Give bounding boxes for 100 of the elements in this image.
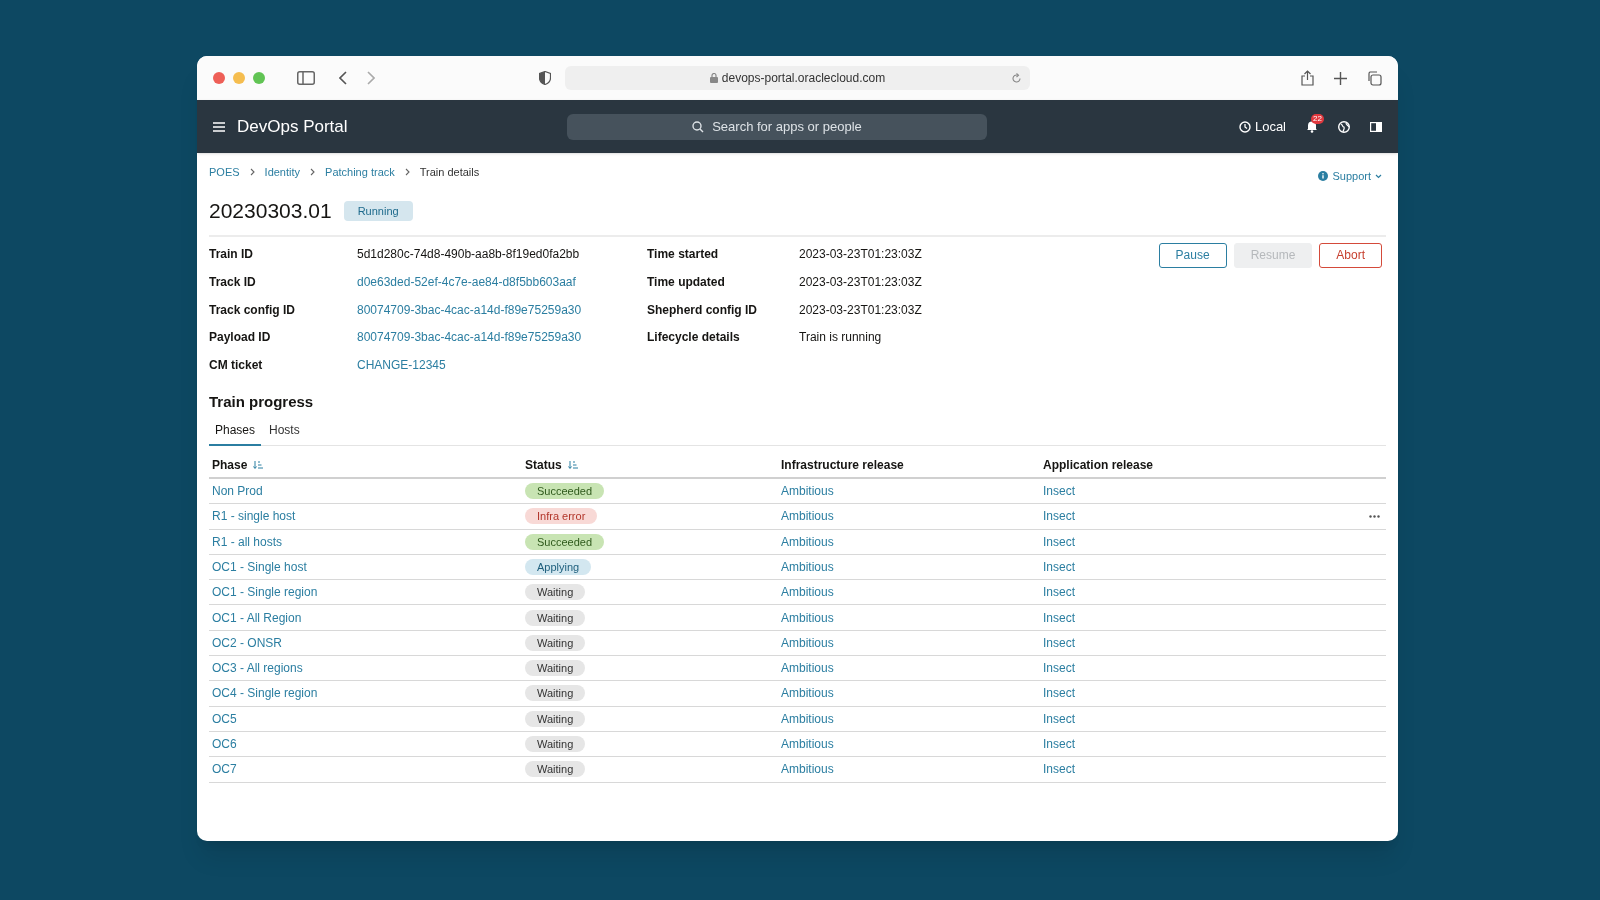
phase-link[interactable]: OC4 - Single region (212, 686, 318, 701)
notification-count: 22 (1311, 114, 1324, 124)
panel-icon[interactable] (1370, 121, 1382, 132)
application-release-link[interactable]: Insect (1043, 735, 1075, 754)
detail-label: Time started (647, 246, 720, 264)
lock-icon (709, 73, 718, 83)
reload-icon[interactable] (1011, 72, 1022, 84)
timezone-button[interactable]: Local (1238, 116, 1286, 137)
application-release-link[interactable]: Insect (1043, 633, 1075, 652)
application-release-link[interactable]: Insect (1043, 557, 1075, 576)
search-field[interactable]: Search for apps or people (567, 113, 987, 140)
detail-value: 5d1d280c-74d8-490b-aa8b-8f19ed0fa2bb (357, 246, 580, 264)
detail-value: 2023-03-23T01:23:03Z (799, 246, 922, 264)
tabs-overview-icon[interactable] (1367, 70, 1382, 86)
search-placeholder: Search for apps or people (712, 117, 862, 136)
phase-link[interactable]: OC5 (212, 711, 237, 726)
phase-link[interactable]: OC3 - All regions (212, 661, 303, 676)
application-release-link[interactable]: Insect (1043, 659, 1075, 678)
detail-link[interactable]: 80074709-3bac-4cac-a14d-f89e75259a30 (357, 328, 582, 347)
detail-link[interactable]: d0e63ded-52ef-4c7e-ae84-d8f5bb603aaf (357, 273, 576, 292)
phase-link[interactable]: OC6 (212, 737, 237, 752)
share-icon[interactable] (1301, 70, 1314, 86)
detail-label: Train ID (209, 246, 254, 264)
breadcrumb-link[interactable]: POES (209, 163, 240, 181)
detail-value: 2023-03-23T01:23:03Z (799, 274, 922, 292)
address-bar[interactable]: devops-portal.oraclecloud.com (565, 66, 1030, 90)
application-release-link[interactable]: Insect (1043, 608, 1075, 627)
breadcrumb-link[interactable]: Patching track (325, 163, 395, 181)
status-pill: Waiting (525, 685, 586, 702)
column-header[interactable]: Infrastructure release (781, 455, 904, 474)
phase-link[interactable]: R1 - all hosts (212, 534, 283, 549)
column-header[interactable]: Phase (212, 455, 248, 474)
globe-icon[interactable] (1338, 120, 1350, 133)
action-button[interactable]: Pause (1158, 242, 1227, 268)
detail-value: 2023-03-23T01:23:03Z (799, 301, 922, 319)
status-pill: Waiting (525, 584, 586, 601)
application-release-link[interactable]: Insect (1043, 709, 1075, 728)
tab[interactable]: Phases (209, 421, 262, 447)
status-pill: Waiting (525, 609, 586, 626)
info-icon (1318, 171, 1329, 181)
phase-link[interactable]: OC2 - ONSR (212, 635, 282, 650)
tab[interactable]: Hosts (263, 421, 306, 447)
infrastructure-release-link[interactable]: Ambitious (781, 762, 834, 777)
status-pill: Waiting (525, 660, 586, 677)
infrastructure-release-link[interactable]: Ambitious (781, 686, 834, 701)
infrastructure-release-link[interactable]: Ambitious (781, 559, 834, 574)
infrastructure-release-link[interactable]: Ambitious (781, 484, 834, 499)
phase-link[interactable]: OC1 - Single host (212, 559, 307, 574)
infrastructure-release-link[interactable]: Ambitious (781, 661, 834, 676)
detail-label: Shepherd config ID (647, 301, 758, 319)
breadcrumb-current: Train details (419, 164, 480, 180)
application-release-link[interactable]: Insect (1043, 583, 1075, 602)
infrastructure-release-link[interactable]: Ambitious (781, 534, 834, 549)
column-header[interactable]: Application release (1043, 455, 1154, 474)
shield-icon[interactable] (539, 71, 551, 85)
application-release-link[interactable]: Insect (1043, 482, 1075, 501)
status-pill: Waiting (525, 736, 586, 753)
phase-link[interactable]: OC1 - Single region (212, 585, 318, 600)
clock-icon (1238, 120, 1251, 133)
detail-link[interactable]: CHANGE-12345 (357, 356, 446, 375)
phase-link[interactable]: R1 - single host (212, 509, 296, 524)
infrastructure-release-link[interactable]: Ambitious (781, 509, 834, 524)
action-button[interactable]: Abort (1319, 242, 1382, 268)
detail-link[interactable]: 80074709-3bac-4cac-a14d-f89e75259a30 (357, 300, 582, 319)
application-release-link[interactable]: Insect (1043, 760, 1075, 779)
bell-icon[interactable] (1306, 120, 1318, 133)
application-release-link[interactable]: Insect (1043, 507, 1075, 526)
infrastructure-release-link[interactable]: Ambitious (781, 711, 834, 726)
more-icon[interactable] (1369, 514, 1380, 518)
sidebar-icon[interactable] (297, 71, 315, 85)
phase-link[interactable]: OC7 (212, 762, 237, 777)
page-title: 20230303.01 (209, 198, 332, 224)
infrastructure-release-link[interactable]: Ambitious (781, 610, 834, 625)
application-release-link[interactable]: Insect (1043, 532, 1075, 551)
support-menu-button[interactable]: Support (1318, 167, 1382, 185)
back-icon[interactable] (339, 71, 347, 85)
status-pill: Succeeded (525, 483, 605, 500)
status-pill: Applying (525, 558, 592, 575)
column-header[interactable]: Status (525, 455, 562, 474)
status-pill: Waiting (525, 710, 586, 727)
breadcrumb-link[interactable]: Identity (264, 163, 301, 181)
status-badge: Running (343, 200, 413, 221)
application-release-link[interactable]: Insect (1043, 684, 1075, 703)
detail-label: Lifecycle details (647, 329, 741, 347)
detail-label: Time updated (647, 274, 726, 292)
phase-link[interactable]: Non Prod (212, 484, 263, 499)
address-text: devops-portal.oraclecloud.com (721, 70, 886, 87)
status-pill: Infra error (525, 508, 598, 525)
phase-link[interactable]: OC1 - All Region (212, 610, 302, 625)
chevron-right-icon (249, 168, 255, 176)
detail-label: Payload ID (209, 329, 272, 347)
section-title: Train progress (209, 391, 315, 412)
infrastructure-release-link[interactable]: Ambitious (781, 585, 834, 600)
new-tab-icon[interactable] (1334, 71, 1347, 85)
chevron-down-icon (1375, 173, 1382, 179)
infrastructure-release-link[interactable]: Ambitious (781, 737, 834, 752)
detail-value: Train is running (799, 329, 882, 347)
menu-icon[interactable] (213, 121, 225, 132)
detail-label: Track ID (209, 274, 257, 292)
infrastructure-release-link[interactable]: Ambitious (781, 635, 834, 650)
